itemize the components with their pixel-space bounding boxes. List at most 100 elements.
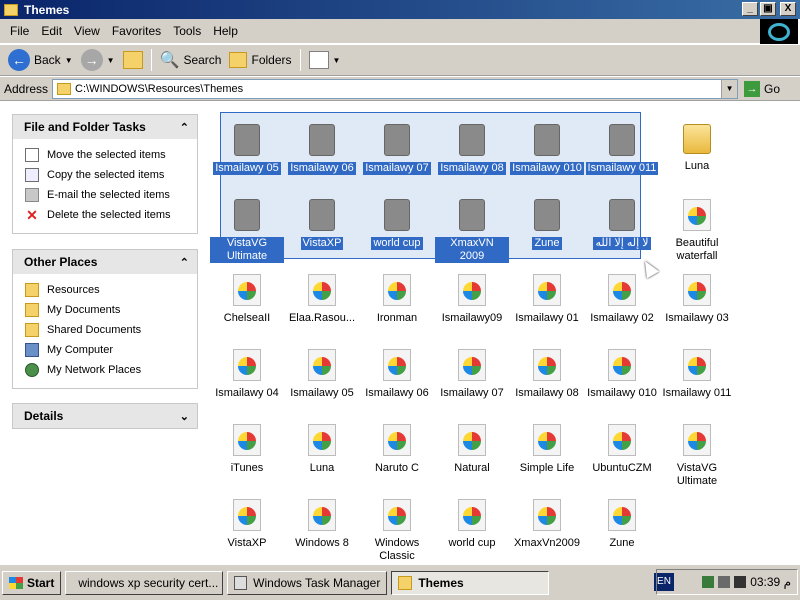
theme-item[interactable]: Ismailawy 05: [285, 349, 359, 400]
theme-item[interactable]: Ismailawy 04: [210, 349, 284, 400]
go-arrow-icon: →: [744, 80, 761, 97]
folder-item[interactable]: XmaxVN 2009: [435, 199, 509, 263]
menu-file[interactable]: File: [4, 24, 35, 38]
theme-item[interactable]: Beautiful waterfall: [660, 199, 734, 263]
theme-item[interactable]: Ismailawy 06: [360, 349, 434, 400]
folder-item[interactable]: Ismailawy 05: [210, 124, 284, 175]
details-header[interactable]: Details ⌄: [13, 404, 197, 428]
theme-item[interactable]: iTunes: [210, 424, 284, 475]
theme-file-icon: [233, 349, 261, 381]
item-label: Luna: [309, 462, 335, 474]
my-network-places-link[interactable]: My Network Places: [25, 360, 191, 380]
views-dropdown-icon[interactable]: ▼: [333, 56, 341, 65]
theme-item[interactable]: ChelseaII: [210, 274, 284, 325]
address-path: C:\WINDOWS\Resources\Themes: [75, 82, 244, 95]
file-folder-tasks-header[interactable]: File and Folder Tasks ⌃: [13, 115, 197, 139]
folder-item[interactable]: Zune: [510, 199, 584, 250]
theme-item[interactable]: world cup: [435, 499, 509, 550]
folder-icon: [57, 82, 72, 95]
views-button[interactable]: ▼: [305, 47, 345, 73]
theme-item[interactable]: UbuntuCZM: [585, 424, 659, 475]
theme-item[interactable]: Ismailawy 010: [585, 349, 659, 400]
collapse-icon[interactable]: ⌃: [180, 256, 189, 269]
go-button[interactable]: → Go: [744, 80, 780, 97]
menu-edit[interactable]: Edit: [35, 24, 68, 38]
menu-view[interactable]: View: [68, 24, 106, 38]
up-folder-button[interactable]: [119, 47, 147, 73]
move-items-link[interactable]: Move the selected items: [25, 145, 191, 165]
other-places-panel: Other Places ⌃ Resources My Documents Sh…: [12, 249, 198, 389]
folder-item[interactable]: Ismailawy 06: [285, 124, 359, 175]
theme-item[interactable]: Ismailawy 08: [510, 349, 584, 400]
theme-item[interactable]: Naruto C: [360, 424, 434, 475]
theme-item[interactable]: Ismailawy09: [435, 274, 509, 325]
theme-item[interactable]: Luna: [285, 424, 359, 475]
folder-item[interactable]: Ismailawy 07: [360, 124, 434, 175]
theme-item[interactable]: XmaxVn2009: [510, 499, 584, 550]
theme-file-icon: [308, 274, 336, 306]
address-dropdown-icon[interactable]: ▼: [721, 79, 738, 98]
theme-item[interactable]: Ismailawy 03: [660, 274, 734, 325]
item-label: Ismailawy 03: [665, 312, 729, 324]
resources-link[interactable]: Resources: [25, 280, 191, 300]
theme-item[interactable]: Elaa.Rasou...: [285, 274, 359, 325]
back-dropdown-icon[interactable]: ▼: [65, 56, 73, 65]
back-button[interactable]: ← Back ▼: [4, 47, 77, 73]
close-button[interactable]: X: [780, 2, 796, 16]
forward-dropdown-icon[interactable]: ▼: [107, 56, 115, 65]
menu-tools[interactable]: Tools: [167, 24, 207, 38]
maximize-button[interactable]: ▣: [760, 2, 776, 16]
theme-item[interactable]: Windows 8: [285, 499, 359, 550]
theme-item[interactable]: Windows Classic: [360, 499, 434, 563]
theme-item[interactable]: VistaVG Ultimate: [660, 424, 734, 488]
folder-item[interactable]: VistaVG Ultimate: [210, 199, 284, 263]
item-label: XmaxVn2009: [513, 537, 581, 549]
delete-items-link[interactable]: ✕ Delete the selected items: [25, 205, 191, 225]
menu-favorites[interactable]: Favorites: [106, 24, 167, 38]
volume-tray-icon[interactable]: [718, 576, 731, 588]
theme-item[interactable]: VistaXP: [210, 499, 284, 550]
my-computer-link[interactable]: My Computer: [25, 340, 191, 360]
menu-help[interactable]: Help: [207, 24, 244, 38]
taskbar-button-themes[interactable]: Themes: [391, 570, 550, 595]
taskbar-button-task-manager[interactable]: Windows Task Manager: [227, 570, 388, 595]
email-items-link[interactable]: E-mail the selected items: [25, 185, 191, 205]
folder-item[interactable]: Luna: [660, 124, 734, 173]
forward-button[interactable]: → ▼: [77, 47, 119, 73]
folder-item[interactable]: Ismailawy 010: [510, 124, 584, 175]
search-button[interactable]: 🔍 Search: [156, 47, 226, 73]
theme-item[interactable]: Zune: [585, 499, 659, 550]
taskbar-button-browser[interactable]: windows xp security cert...: [65, 570, 224, 595]
theme-item[interactable]: Ismailawy 01: [510, 274, 584, 325]
theme-file-icon: [233, 424, 261, 456]
copy-items-link[interactable]: Copy the selected items: [25, 165, 191, 185]
place-label: My Documents: [47, 304, 121, 316]
folder-item[interactable]: Ismailawy 08: [435, 124, 509, 175]
theme-item[interactable]: Natural: [435, 424, 509, 475]
folder-icon: [683, 124, 711, 154]
folder-item[interactable]: لا إله إلا الله: [585, 199, 659, 250]
theme-item[interactable]: Simple Life: [510, 424, 584, 475]
minimize-button[interactable]: _: [742, 2, 758, 16]
windows-flag-icon: [9, 576, 23, 589]
theme-item[interactable]: Ironman: [360, 274, 434, 325]
shared-documents-link[interactable]: Shared Documents: [25, 320, 191, 340]
file-view[interactable]: Ismailawy 05 Ismailawy 06 Ismailawy 07 I…: [210, 102, 800, 564]
app-tray-icon[interactable]: [734, 576, 747, 588]
email-icon: [25, 188, 39, 202]
other-places-header[interactable]: Other Places ⌃: [13, 250, 197, 274]
address-field[interactable]: C:\WINDOWS\Resources\Themes ▼: [52, 78, 739, 99]
folder-item[interactable]: Ismailawy 011: [585, 124, 659, 175]
my-documents-link[interactable]: My Documents: [25, 300, 191, 320]
expand-icon[interactable]: ⌄: [180, 410, 189, 423]
theme-item[interactable]: Ismailawy 011: [660, 349, 734, 400]
folders-button[interactable]: Folders: [225, 47, 295, 73]
theme-item[interactable]: Ismailawy 02: [585, 274, 659, 325]
network-tray-icon[interactable]: [702, 576, 715, 588]
item-label: Ismailawy 011: [585, 162, 659, 175]
folder-item[interactable]: world cup: [360, 199, 434, 250]
start-button[interactable]: Start: [2, 570, 62, 595]
collapse-icon[interactable]: ⌃: [180, 121, 189, 134]
theme-item[interactable]: Ismailawy 07: [435, 349, 509, 400]
folder-item[interactable]: VistaXP: [285, 199, 359, 250]
